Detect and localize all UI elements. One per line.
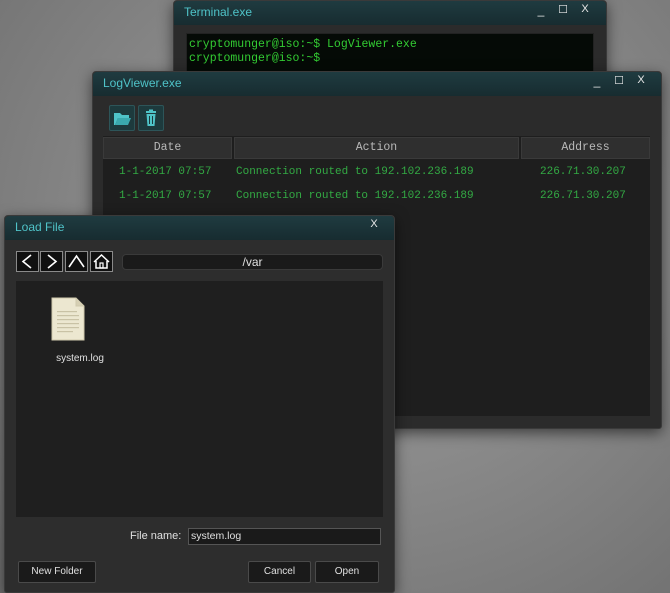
home-button[interactable] [90,251,113,272]
terminal-line: cryptomunger@iso:~$ [189,52,321,65]
load-file-titlebar[interactable]: Load File X [5,216,394,240]
delete-button[interactable] [138,105,164,131]
arrow-up-icon [68,254,85,268]
back-button[interactable] [16,251,39,272]
cell-action: Connection routed to 192.102.236.189 [236,166,474,178]
logviewer-titlebar[interactable]: LogViewer.exe _ ☐ X [93,72,661,96]
trash-icon [146,109,156,126]
cell-date: 1-1-2017 07:57 [119,166,212,178]
document-icon [51,297,85,341]
arrow-right-icon [47,254,58,269]
new-folder-button[interactable]: New Folder [18,561,96,583]
cell-action: Connection routed to 192.102.236.189 [236,190,474,202]
file-browser-area[interactable]: system.log [16,281,383,517]
open-folder-button[interactable] [109,105,135,131]
file-name-label: system.log [56,353,104,364]
file-name-field-label: File name: [130,530,182,542]
home-icon [93,253,110,269]
terminal-maximize-button[interactable]: ☐ [554,3,572,16]
open-button[interactable]: Open [315,561,379,583]
logviewer-minimize-button[interactable]: _ [588,74,606,88]
cancel-button[interactable]: Cancel [248,561,311,583]
load-file-title: Load File [15,220,65,234]
arrow-left-icon [21,254,32,269]
forward-button[interactable] [40,251,63,272]
load-file-dialog: Load File X /var system.log File name: s… [4,215,395,593]
cell-address: 226.71.30.207 [540,190,626,202]
path-bar[interactable]: /var [122,254,383,270]
terminal-line: cryptomunger@iso:~$ LogViewer.exe [189,38,417,51]
load-file-close-button[interactable]: X [365,218,383,230]
folder-open-icon [114,113,131,125]
terminal-titlebar[interactable]: Terminal.exe _ ☐ X [174,1,606,25]
cell-date: 1-1-2017 07:57 [119,190,212,202]
up-button[interactable] [65,251,88,272]
logviewer-title: LogViewer.exe [103,76,182,90]
logviewer-maximize-button[interactable]: ☐ [610,74,628,87]
terminal-close-button[interactable]: X [576,3,594,15]
logviewer-close-button[interactable]: X [632,74,650,86]
column-header-action[interactable]: Action [234,137,519,159]
file-name-input[interactable]: system.log [188,528,381,545]
cell-address: 226.71.30.207 [540,166,626,178]
terminal-minimize-button[interactable]: _ [532,3,550,17]
terminal-title: Terminal.exe [184,5,253,19]
column-header-date[interactable]: Date [103,137,232,159]
column-header-address[interactable]: Address [521,137,650,159]
